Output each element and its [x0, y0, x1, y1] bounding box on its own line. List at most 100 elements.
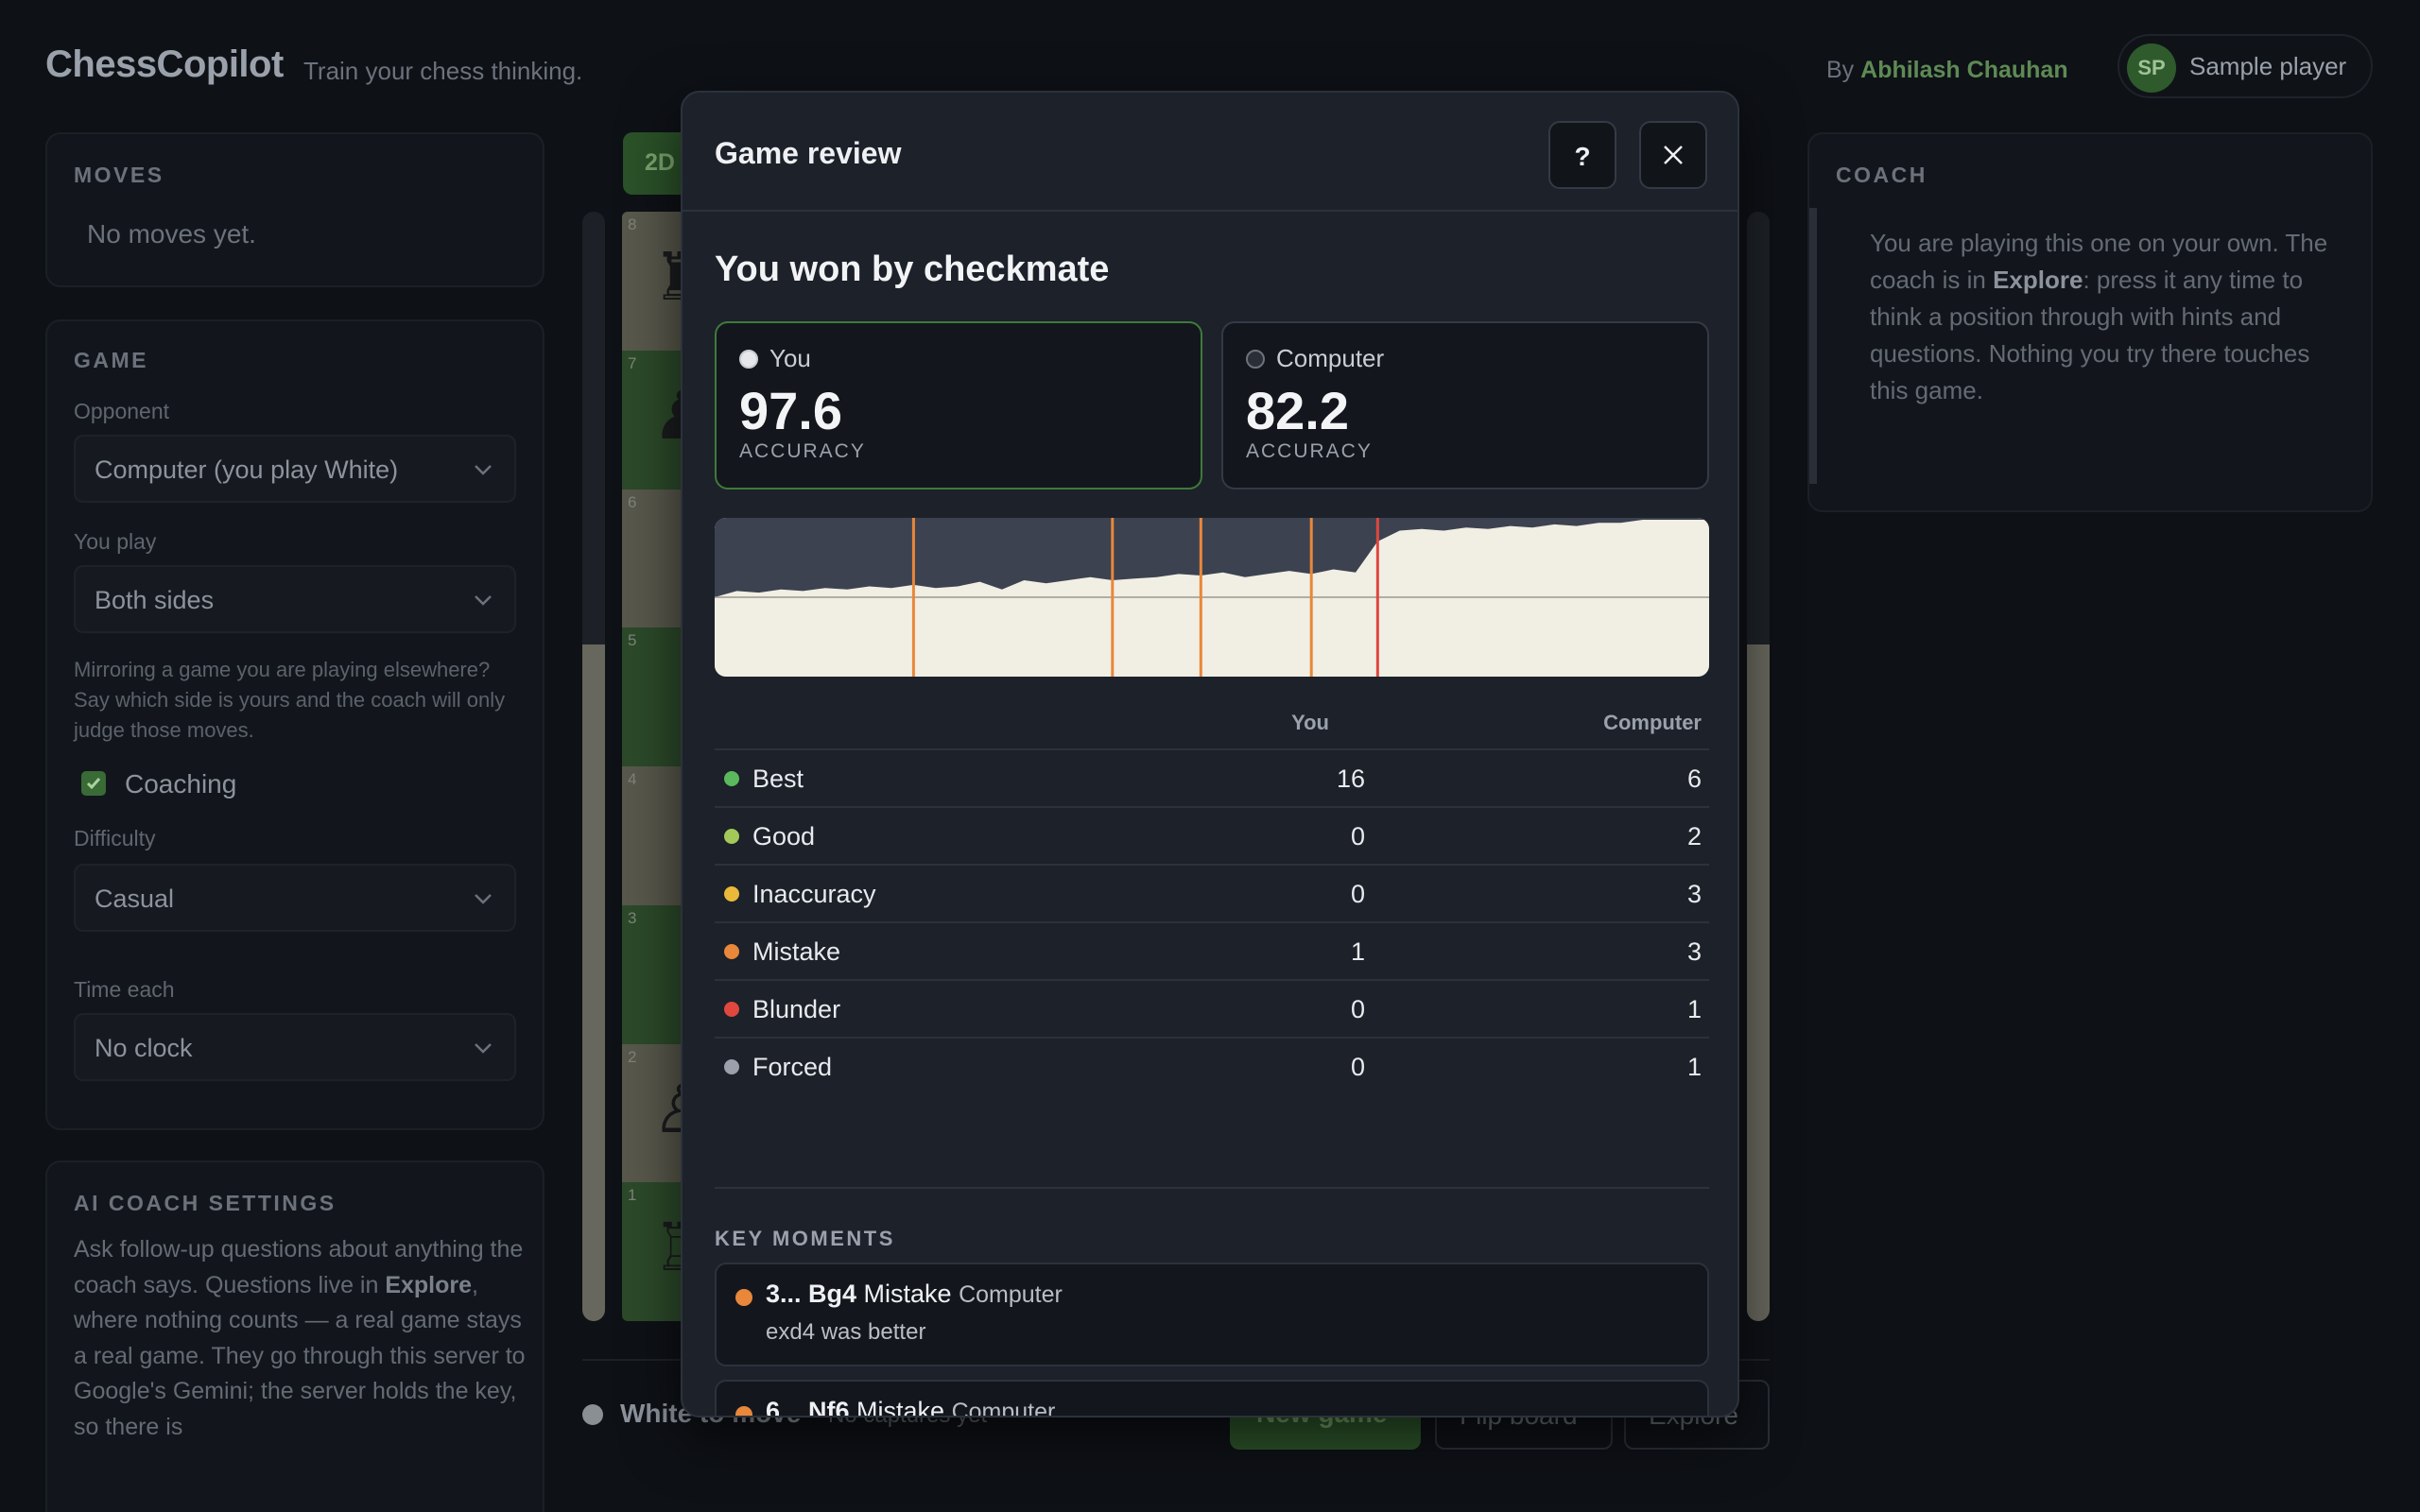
help-icon: ?: [1574, 142, 1591, 171]
mistake-dot-icon: [735, 1406, 752, 1416]
coaching-label[interactable]: Coaching: [125, 769, 236, 799]
mode-label: 2D: [645, 149, 675, 176]
coaching-checkbox[interactable]: [81, 771, 106, 796]
coach-text-bold: Explore: [1993, 266, 2083, 294]
rank-label: 5: [628, 631, 637, 650]
key-moment-card[interactable]: 3... Bg4 Mistake Computer exd4 was better: [715, 1263, 1709, 1366]
key-moment-card[interactable]: 6... Nf6 Mistake ComputerQd7 was better: [715, 1380, 1709, 1418]
count-you: 0: [1350, 822, 1365, 850]
stats-row-best: Best 16 6: [715, 748, 1709, 805]
category-label: Mistake: [752, 937, 841, 966]
stats-bottom-border: [715, 1187, 1709, 1189]
panel-title: GAME: [74, 348, 148, 372]
coach-message: You are playing this one on your own. Th…: [1870, 225, 2342, 409]
coach-accent-bar: [1809, 208, 1817, 484]
key-moment-type: Mistake: [863, 1280, 952, 1308]
chevron-down-icon: [475, 465, 492, 475]
accuracy-card-computer: Computer 82.2 ACCURACY: [1221, 321, 1709, 490]
category-label: Blunder: [752, 995, 841, 1023]
rank-label: 3: [628, 908, 637, 927]
ai-text-bold: Explore: [385, 1271, 473, 1298]
time-select[interactable]: No clock: [74, 1013, 516, 1081]
author-link[interactable]: Abhilash Chauhan: [1860, 57, 2067, 83]
help-button[interactable]: ?: [1548, 121, 1616, 189]
white-side-icon: [739, 350, 758, 369]
player-name: You: [769, 344, 811, 372]
game-panel: GAME Opponent Computer (you play White) …: [45, 319, 544, 1130]
key-moment-type: Mistake: [856, 1397, 945, 1418]
eval-bar-fill: [1747, 644, 1770, 1321]
byline: By Abhilash Chauhan: [1826, 57, 2068, 84]
accuracy-card-you: You 97.6 ACCURACY: [715, 321, 1202, 490]
panel-title: MOVES: [74, 163, 164, 187]
eval-bar-right: [1747, 212, 1770, 1321]
category-label: Inaccuracy: [752, 880, 876, 908]
rank-label: 1: [628, 1186, 637, 1205]
chevron-down-icon: [475, 595, 492, 606]
you-play-select[interactable]: Both sides: [74, 565, 516, 633]
game-review-modal: Game review ? You won by checkmate You 9…: [681, 91, 1739, 1418]
category-dot-icon: [724, 1002, 739, 1017]
byline-prefix: By: [1826, 57, 1855, 83]
user-menu[interactable]: SP Sample player: [2118, 34, 2373, 98]
category-dot-icon: [724, 886, 739, 902]
difficulty-select[interactable]: Casual: [74, 864, 516, 932]
modal-title: Game review: [715, 136, 902, 170]
panel-title: AI COACH SETTINGS: [74, 1191, 337, 1215]
opponent-label: Opponent: [74, 399, 170, 423]
accuracy-value: 82.2: [1246, 381, 1349, 440]
count-computer: 3: [1686, 937, 1702, 966]
coach-panel: COACH You are playing this one on your o…: [1807, 132, 2373, 512]
player-name: Computer: [1276, 344, 1385, 372]
rank-label: 7: [628, 353, 637, 372]
eval-bar-left: [582, 212, 605, 1321]
stats-row-blunder: Blunder 0 1: [715, 979, 1709, 1036]
stats-row-forced: Forced 0 1: [715, 1037, 1709, 1093]
key-moment-title: 3... Bg4 Mistake Computer: [766, 1280, 1063, 1309]
eval-bar-fill: [582, 644, 605, 1321]
key-moments-title: KEY MOMENTS: [715, 1227, 895, 1250]
stats-row-mistake: Mistake 1 3: [715, 921, 1709, 978]
select-value: No clock: [95, 1034, 193, 1062]
select-value: Both sides: [95, 586, 215, 614]
rank-label: 6: [628, 492, 637, 511]
category-dot-icon: [724, 829, 739, 844]
count-computer: 6: [1686, 765, 1702, 793]
close-button[interactable]: [1639, 121, 1707, 189]
chevron-down-icon: [475, 894, 492, 904]
you-play-label: You play: [74, 529, 157, 554]
moves-empty-text: No moves yet.: [87, 219, 256, 249]
stats-row-good: Good 0 2: [715, 806, 1709, 863]
black-side-icon: [1246, 350, 1265, 369]
accuracy-value: 97.6: [739, 381, 842, 440]
mistake-dot-icon: [735, 1289, 752, 1306]
moves-panel: MOVES No moves yet.: [45, 132, 544, 287]
count-computer: 2: [1686, 822, 1702, 850]
tagline: Train your chess thinking.: [303, 57, 583, 85]
key-moment-move: 3... Bg4: [766, 1280, 857, 1308]
stats-row-inaccuracy: Inaccuracy 0 3: [715, 864, 1709, 920]
accuracy-label: ACCURACY: [739, 440, 866, 462]
category-dot-icon: [724, 1059, 739, 1074]
close-icon: [1664, 146, 1683, 164]
stats-header-computer-col: Computer: [1603, 711, 1702, 734]
accuracy-label: ACCURACY: [1246, 440, 1373, 462]
avatar: SP: [2127, 43, 2176, 93]
mirroring-hint: Mirroring a game you are playing elsewhe…: [74, 658, 506, 742]
key-moment-side: Computer: [959, 1281, 1063, 1308]
ai-coach-description: Ask follow-up questions about anything t…: [74, 1232, 526, 1445]
ai-coach-settings-panel: AI COACH SETTINGS Ask follow-up question…: [45, 1160, 544, 1512]
turn-indicator-dot: [582, 1404, 603, 1425]
opponent-select[interactable]: Computer (you play White): [74, 435, 516, 503]
select-value: Casual: [95, 885, 175, 913]
modal-header: Game review ?: [683, 93, 1737, 212]
category-label: Best: [752, 765, 804, 793]
evaluation-graph-svg: [715, 518, 1709, 677]
difficulty-label: Difficulty: [74, 826, 156, 850]
count-computer: 3: [1686, 880, 1702, 908]
game-result: You won by checkmate: [715, 249, 1110, 289]
check-icon: [86, 778, 101, 790]
category-dot-icon: [724, 944, 739, 959]
app-logo[interactable]: ChessCopilot: [45, 43, 284, 86]
evaluation-graph[interactable]: [715, 518, 1709, 677]
